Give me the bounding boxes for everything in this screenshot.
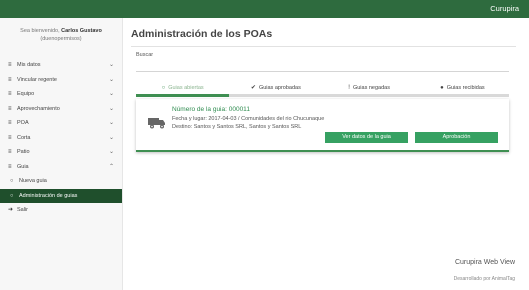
chevron-down-icon: ⌄ xyxy=(108,105,114,112)
tab-label: Guias abiertas xyxy=(168,85,204,91)
bars-icon: ≡ xyxy=(8,91,12,97)
bars-icon: ≡ xyxy=(8,163,12,170)
guide-tabs: ○ Guias abiertas ✔ Guias aprobadas ! Guias … xyxy=(136,82,509,97)
sidebar-item-equipo[interactable]: ≡ Equipo ⌄ xyxy=(0,87,122,102)
sidebar-item-label: POA xyxy=(17,120,29,126)
guide-number: Número de la guia: 000011 xyxy=(172,106,250,113)
guide-destination: Destino: Santos y Santos SRL, Santos y S… xyxy=(172,124,302,130)
chevron-down-icon: ⌄ xyxy=(108,134,114,141)
sidebar-item-label: Nueva guia xyxy=(19,178,47,184)
sidebar-item-nueva-guia[interactable]: ○ Nueva guia xyxy=(0,174,122,189)
sidebar-item-label: Patio xyxy=(17,149,30,155)
tab-guias-recibidas[interactable]: ● Guias recibidas xyxy=(416,82,509,94)
welcome-message: Sea bienvenido, Carlos Gustavo (duenoper… xyxy=(0,18,122,58)
bars-icon: ≡ xyxy=(8,134,12,141)
user-name: Carlos Gustavo xyxy=(61,28,102,34)
user-handle: (duenopermisos) xyxy=(40,36,82,42)
page-title: Administración de los POAs xyxy=(131,28,273,40)
sidebar-item-label: Corta xyxy=(17,134,31,141)
bars-icon: ≡ xyxy=(8,76,12,83)
tab-guias-aprobadas[interactable]: ✔ Guias aprobadas xyxy=(229,82,322,94)
sidebar-item-label: Administración de guias xyxy=(19,192,78,199)
search-label: Buscar xyxy=(136,52,154,58)
sidebar-item-salir[interactable]: ➜ Salir xyxy=(0,203,122,218)
sidebar-item-label: Salir xyxy=(17,207,29,213)
tab-guias-abiertas[interactable]: ○ Guias abiertas xyxy=(136,82,229,94)
view-guide-button[interactable]: Ver datos de la guia xyxy=(325,132,408,143)
filled-circle-icon: ● xyxy=(440,85,444,91)
sidebar-item-aprovechamiento[interactable]: ≡ Aprovechamiento ⌄ xyxy=(0,102,122,117)
chevron-down-icon: ⌄ xyxy=(108,149,114,155)
chevron-down-icon: ⌄ xyxy=(108,62,114,68)
title-divider xyxy=(131,46,516,47)
brand-label: Curupira xyxy=(490,4,519,13)
tab-active-indicator xyxy=(136,94,230,97)
circle-outline-icon: ○ xyxy=(161,85,166,91)
tab-label: Guias aprobadas xyxy=(258,85,301,91)
sidebar-item-poa[interactable]: ≡ POA ⌄ xyxy=(0,116,122,131)
tab-label: Guias recibidas xyxy=(446,85,485,91)
chevron-down-icon: ⌄ xyxy=(108,91,114,97)
sidebar-item-label: Mis datos xyxy=(17,62,41,68)
sidebar-item-vincular-regente[interactable]: ≡ Vincular regente ⌄ xyxy=(0,73,122,88)
sidebar-item-label: Vincular regente xyxy=(17,76,57,83)
circle-icon: ○ xyxy=(10,178,14,184)
bars-icon: ≡ xyxy=(8,105,12,112)
chevron-down-icon: ⌄ xyxy=(108,120,114,126)
chevron-up-icon: ⌃ xyxy=(108,163,114,170)
bars-icon: ≡ xyxy=(8,62,12,68)
approve-button[interactable]: Aprobación xyxy=(415,132,498,143)
sidebar-item-mis-datos[interactable]: ≡ Mis datos ⌄ xyxy=(0,58,122,73)
sidebar-item-patio[interactable]: ≡ Patio ⌄ xyxy=(0,145,122,160)
exclamation-circle-icon: ! xyxy=(348,85,350,91)
sidebar-item-label: Equipo xyxy=(17,91,35,97)
sidebar-item-guia[interactable]: ≡ Guia ⌃ xyxy=(0,160,122,175)
welcome-prefix: Sea bienvenido, xyxy=(20,28,60,34)
top-bar: Curupira xyxy=(0,0,529,18)
sidebar-menu: ≡ Mis datos ⌄ ≡ Vincular regente ⌄ ≡ Equipo ⌄ … xyxy=(0,58,122,218)
guide-card: Número de la guia: 000011 Fecha y lugar:… xyxy=(136,99,509,152)
circle-icon: ○ xyxy=(10,192,14,199)
sidebar-item-administracion-de-guias[interactable]: ○ Administración de guias xyxy=(0,188,122,203)
tab-label: Guias negadas xyxy=(352,85,390,91)
tab-guias-negadas[interactable]: ! Guias negadas xyxy=(323,82,416,94)
bars-icon: ≡ xyxy=(8,149,12,155)
bars-icon: ≡ xyxy=(8,120,12,126)
sidebar: Sea bienvenido, Carlos Gustavo (duenoper… xyxy=(0,18,123,290)
search-input[interactable] xyxy=(136,59,509,72)
sidebar-item-label: Guia xyxy=(17,163,29,170)
check-circle-icon: ✔ xyxy=(250,85,256,91)
truck-icon xyxy=(148,118,165,129)
sidebar-item-corta[interactable]: ≡ Corta ⌄ xyxy=(0,131,122,146)
sidebar-item-label: Aprovechamiento xyxy=(17,105,60,112)
chevron-down-icon: ⌄ xyxy=(108,76,114,83)
footer-title: Curupira Web View xyxy=(454,259,515,266)
main-content: Administración de los POAs Buscar ○ Guias… xyxy=(123,18,529,290)
guide-date-place: Fecha y lugar: 2017-04-03 / Comunidades … xyxy=(172,116,325,122)
footer-credit: Desarrollado por AnimalTag xyxy=(453,276,515,282)
logout-icon: ➜ xyxy=(8,207,14,213)
